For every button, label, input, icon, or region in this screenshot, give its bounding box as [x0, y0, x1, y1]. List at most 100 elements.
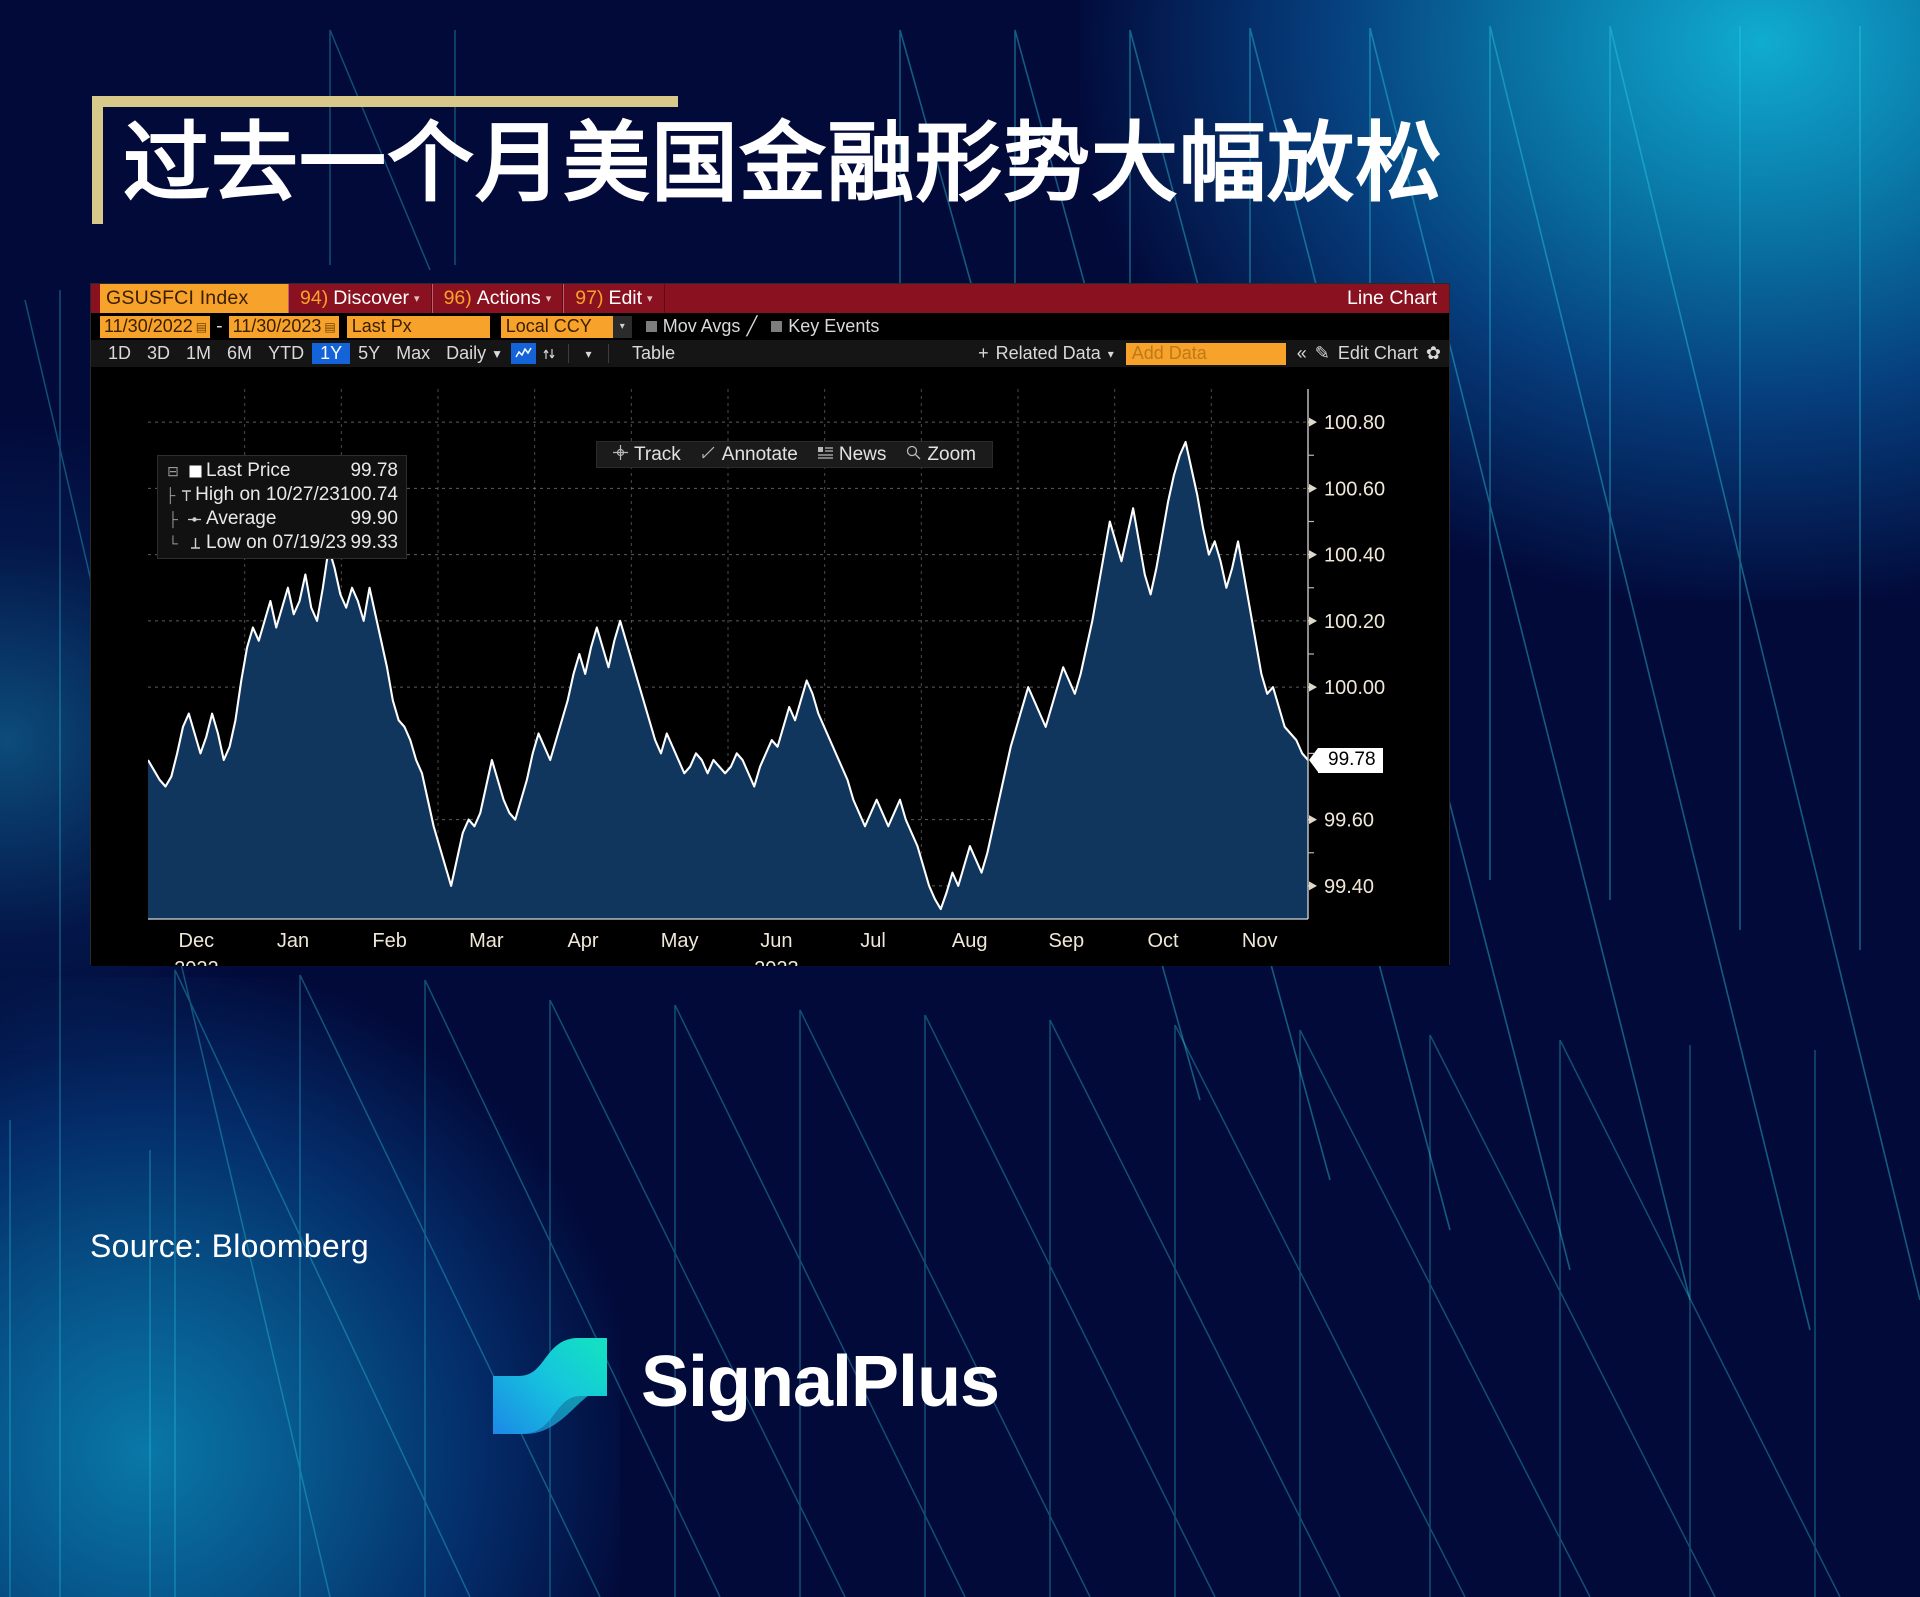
svg-text:100.00: 100.00: [1324, 677, 1385, 699]
table-button[interactable]: Table: [616, 343, 691, 364]
divider: [608, 344, 610, 363]
svg-text:99.40: 99.40: [1324, 876, 1374, 898]
svg-text:Aug: Aug: [952, 930, 988, 952]
period-1d-button[interactable]: 1D: [100, 343, 139, 364]
svg-text:May: May: [661, 930, 699, 952]
frequency-select[interactable]: Daily ▼: [438, 343, 511, 364]
svg-text:Oct: Oct: [1147, 930, 1179, 952]
checkbox-icon: [771, 321, 783, 332]
legend-label: Low on 07/19/23: [206, 532, 347, 553]
chart-type-label: Line Chart: [1347, 287, 1437, 309]
chevron-down-icon[interactable]: ▾: [612, 315, 632, 338]
line-chart-icon[interactable]: [511, 343, 537, 364]
svg-text:Dec: Dec: [179, 930, 215, 952]
legend-row-high: ├ High on 10/27/23 100.74: [162, 483, 402, 507]
period-1y-button[interactable]: 1Y: [312, 343, 351, 364]
legend-row-last-price[interactable]: ⊟ Last Price 99.78: [162, 459, 402, 483]
chevron-down-icon: ▾: [647, 293, 653, 305]
more-options-icon[interactable]: ▾: [576, 343, 601, 364]
chevron-down-icon: ▼: [491, 346, 504, 361]
date-to-input[interactable]: 11/30/2023 ▤: [228, 315, 339, 338]
high-marker-icon: [179, 489, 196, 502]
news-label: News: [838, 443, 887, 465]
period-3d-button[interactable]: 3D: [139, 343, 178, 364]
date-from-value: 11/30/2022: [104, 316, 193, 336]
gear-icon[interactable]: ✿: [1426, 343, 1441, 364]
add-data-input[interactable]: Add Data: [1125, 342, 1286, 365]
edit-number: 97): [575, 287, 604, 309]
collapse-icon[interactable]: «: [1297, 343, 1307, 364]
tree-branch-icon: ├: [168, 511, 178, 527]
tree-branch-icon: ├: [165, 487, 176, 503]
pencil-icon[interactable]: ✎: [1315, 343, 1330, 364]
average-marker-icon: [184, 513, 206, 526]
svg-text:Nov: Nov: [1242, 930, 1278, 952]
date-to-value: 11/30/2023: [232, 316, 322, 336]
plus-icon: +: [978, 343, 989, 363]
edit-chart-label[interactable]: Edit Chart: [1338, 343, 1418, 364]
search-icon: [906, 444, 921, 466]
legend-row-average: ├ Average 99.90: [162, 507, 402, 531]
period-6m-button[interactable]: 6M: [219, 343, 260, 364]
discover-button[interactable]: 94) Discover ▾: [288, 284, 432, 313]
pencil-icon[interactable]: ╱: [746, 316, 757, 337]
mov-avgs-label: Mov Avgs: [662, 316, 741, 336]
date-from-input[interactable]: 11/30/2022 ▤: [100, 315, 211, 338]
news-icon: [817, 444, 833, 466]
svg-text:100.40: 100.40: [1324, 545, 1385, 567]
svg-text:Feb: Feb: [372, 930, 406, 952]
svg-text:Jul: Jul: [860, 930, 886, 952]
chevron-down-icon: ▾: [545, 293, 552, 305]
period-5y-button[interactable]: 5Y: [350, 343, 388, 364]
calendar-icon[interactable]: ▤: [196, 320, 207, 334]
last-price-callout: 99.78: [1309, 748, 1383, 773]
zoom-button[interactable]: Zoom: [896, 444, 986, 466]
period-1m-button[interactable]: 1M: [178, 343, 219, 364]
edit-chart-group: « ✎ Edit Chart ✿: [1297, 343, 1449, 364]
legend-value: 99.33: [350, 532, 398, 553]
currency-select[interactable]: Local CCY: [500, 315, 613, 338]
frequency-label: Daily: [446, 343, 487, 363]
svg-text:100.20: 100.20: [1324, 611, 1385, 633]
bloomberg-terminal-screenshot: GSUSFCI Index 94) Discover ▾ 96) Actions…: [90, 283, 1450, 966]
tree-collapse-icon[interactable]: ⊟: [162, 463, 184, 480]
terminal-toolbar-periods: 1D 3D 1M 6M YTD 1Y 5Y Max Daily ▼ ▾ Tabl…: [91, 340, 1449, 367]
calendar-icon[interactable]: ▤: [324, 320, 335, 334]
mov-avgs-checkbox[interactable]: Mov Avgs ╱: [645, 316, 757, 337]
low-marker-icon: [184, 537, 206, 550]
ticker-input[interactable]: GSUSFCI Index: [100, 284, 288, 313]
discover-number: 94): [300, 287, 329, 309]
svg-text:2022: 2022: [174, 958, 219, 966]
divider: [568, 344, 570, 363]
edit-label: Edit: [608, 287, 643, 309]
annotate-button[interactable]: Annotate: [691, 444, 808, 466]
period-ytd-button[interactable]: YTD: [260, 343, 312, 364]
period-max-button[interactable]: Max: [388, 343, 438, 364]
related-data-button[interactable]: + Related Data ▾: [978, 343, 1114, 364]
actions-number: 96): [443, 287, 472, 309]
headline-block: 过去一个月美国金融形势大幅放松: [92, 96, 1443, 224]
edit-button[interactable]: 97) Edit ▾: [563, 284, 665, 313]
sort-icon[interactable]: [536, 343, 561, 364]
svg-text:99.60: 99.60: [1324, 810, 1374, 832]
chart-legend: ⊟ Last Price 99.78 ├ High on 10/27/23 10…: [157, 455, 407, 559]
page-title: 过去一个月美国金融形势大幅放松: [123, 112, 1443, 214]
related-data-label: Related Data: [995, 343, 1101, 363]
actions-button[interactable]: 96) Actions ▾: [431, 284, 564, 313]
actions-label: Actions: [476, 287, 541, 309]
legend-value: 100.74: [339, 484, 398, 505]
source-attribution: Source: Bloomberg: [90, 1228, 370, 1264]
legend-row-low: └ Low on 07/19/23 99.33: [162, 531, 402, 555]
chevron-down-icon: ▾: [1107, 346, 1114, 361]
key-events-checkbox[interactable]: Key Events: [771, 316, 879, 337]
news-button[interactable]: News: [808, 444, 897, 466]
price-type-select[interactable]: Last Px: [346, 315, 490, 338]
terminal-toolbar-primary: GSUSFCI Index 94) Discover ▾ 96) Actions…: [91, 284, 1449, 313]
chevron-down-icon: ▾: [414, 293, 420, 305]
svg-text:Jan: Jan: [277, 930, 309, 952]
discover-label: Discover: [333, 287, 410, 309]
chart-tools-bar: Track Annotate News Zoom: [596, 441, 993, 468]
terminal-toolbar-dates: 11/30/2022 ▤ - 11/30/2023 ▤ Last Px Loca…: [91, 313, 1449, 340]
svg-text:100.80: 100.80: [1324, 412, 1385, 434]
track-button[interactable]: Track: [603, 444, 691, 466]
